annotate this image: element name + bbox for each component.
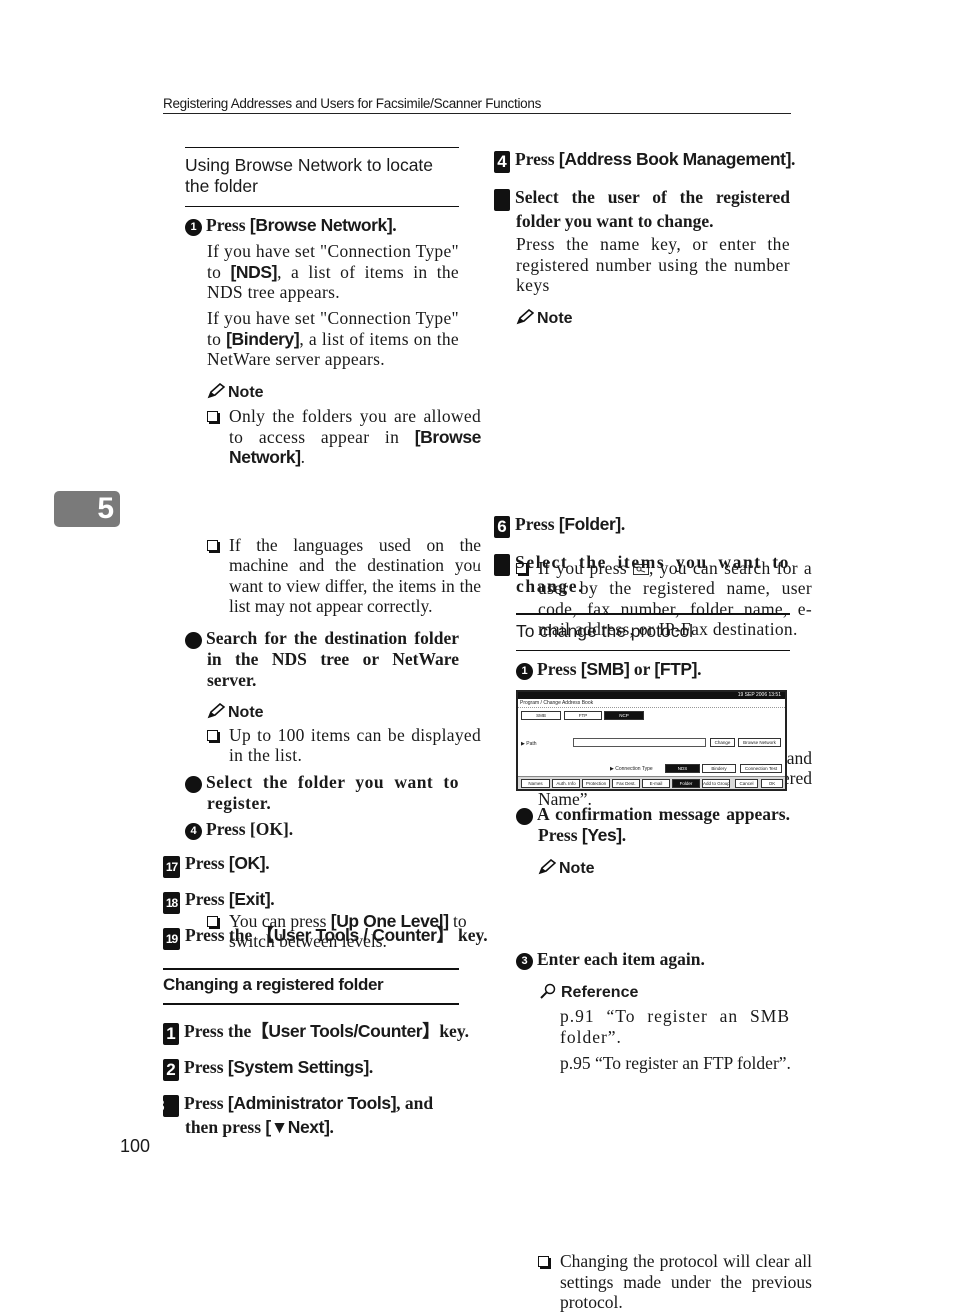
substep-number: 1: [185, 219, 202, 236]
note-item: Up to 100 items can be displayed in the …: [207, 725, 481, 766]
paragraph-nds: If you have set "Connection Type" to [ND…: [207, 241, 459, 302]
note-item: If the languages used on the machine and…: [207, 535, 481, 617]
checkbox-bullet-icon: [207, 539, 218, 551]
step-number-icon: 7: [472, 554, 510, 576]
substep-number: 1: [516, 663, 533, 680]
tab-protection[interactable]: Protection: [582, 779, 610, 788]
section-title-changing-folder: Changing a registered folder: [163, 975, 384, 994]
step-1: 1 Press the【User Tools/Counter】key.: [163, 1021, 469, 1045]
protocol-tab-smb[interactable]: SMB: [521, 711, 561, 720]
substep-2: 2 Search for the destination folder in th…: [163, 628, 459, 690]
connection-type-label: ▶ Connection Type: [610, 766, 653, 772]
step-number-icon: 17: [163, 856, 180, 878]
note-heading: Note: [207, 383, 264, 402]
section-rule-top: [516, 613, 790, 615]
step-19: 19 Press the 【User Tools / Counter】 key.: [163, 925, 488, 950]
step-5: 5 Select the user of the registered folde…: [472, 187, 790, 231]
screen-capture-change-address-book: 19 SEP 2006 13:51 Program / Change Addre…: [516, 690, 787, 791]
checkbox-bullet-icon: [207, 411, 218, 422]
step-3: 3 Press [Administrator Tools], and then p…: [155, 1093, 434, 1137]
step-number-icon: 4: [494, 151, 510, 173]
pencil-icon: [207, 383, 225, 399]
substep-number: 3: [163, 776, 202, 793]
tab-folder[interactable]: Folder: [672, 779, 700, 788]
step-6: 6 Press [Folder].: [494, 514, 625, 538]
tab-auth-info[interactable]: Auth. Info: [552, 779, 580, 788]
note-item: Only the folders you are allowed to acce…: [207, 406, 481, 468]
substep-number: 4: [185, 823, 202, 840]
tab-names[interactable]: Names: [521, 779, 550, 788]
running-head: Registering Addresses and Users for Facs…: [163, 96, 791, 114]
substep-1: 1 Press [Browse Network].: [185, 215, 465, 236]
section-title-change-protocol: To change the protocol: [516, 621, 694, 641]
step-number-icon: 6: [494, 516, 510, 538]
substep-number: 3: [516, 953, 533, 970]
step-number-icon: 1: [163, 1023, 179, 1045]
reference-link-smb[interactable]: p.91 “To register an SMB folder”.: [560, 1006, 790, 1047]
step-7: 7 Select the items you want to change.: [472, 552, 790, 596]
ok-button[interactable]: OK: [761, 779, 783, 788]
step-2: 2 Press [System Settings].: [163, 1057, 373, 1081]
step-4: 4 Press [Address Book Management].: [494, 149, 795, 173]
section-rule-bottom: [516, 650, 790, 651]
note-item: Changing the protocol will clear all set…: [538, 1251, 812, 1313]
path-label: ▶ Path: [521, 741, 537, 747]
protocol-substep-1: 1 Press [SMB] or [FTP].: [516, 659, 702, 680]
paragraph-bindery: If you have set "Connection Type" to [Bi…: [207, 308, 459, 369]
step-17: 17 Press [OK].: [163, 853, 270, 878]
step-number-icon: 5: [472, 189, 510, 211]
substep-3: 3 Select the folder you want to register.: [163, 772, 459, 813]
note-heading: Note: [207, 703, 264, 722]
step-number-icon: 2: [163, 1059, 179, 1081]
section-rule-bottom: [163, 1003, 459, 1005]
step-18: 18 Press [Exit].: [163, 889, 275, 914]
paragraph-name-key: Press the name key, or enter the registe…: [516, 234, 790, 295]
step-number-icon: 19: [163, 928, 180, 950]
protocol-substep-3: 3 Enter each item again.: [516, 949, 705, 970]
chapter-tab: 5: [54, 491, 120, 527]
step-number-icon: 18: [163, 892, 180, 914]
path-field[interactable]: [573, 738, 706, 747]
change-button[interactable]: Change: [710, 738, 735, 747]
protocol-substep-2: 2A confirmation message appears. Press […: [494, 804, 790, 845]
screen-breadcrumb: Program / Change Address Book: [518, 699, 785, 708]
tab-email[interactable]: E-mail: [642, 779, 670, 788]
magnifier-icon: [540, 983, 556, 999]
note-heading: Note: [538, 859, 595, 878]
connection-bindery-button[interactable]: Bindery: [702, 764, 736, 773]
substep-4: 4 Press [OK].: [185, 819, 293, 840]
connection-nds-button[interactable]: NDS: [665, 764, 700, 773]
checkbox-bullet-icon: [538, 1256, 549, 1267]
screen-datetime: 19 SEP 2006 13:51: [518, 692, 785, 699]
note-heading: Note: [516, 309, 573, 328]
reference-link-ftp[interactable]: p.95 “To register an FTP folder”.: [560, 1053, 792, 1074]
protocol-tab-ftp[interactable]: FTP: [564, 711, 602, 720]
section-rule-top: [163, 968, 459, 970]
section-rule-top: [185, 147, 459, 148]
tab-add-to-group[interactable]: Add to Group: [702, 779, 730, 788]
checkbox-bullet-icon: [207, 729, 218, 741]
substep-number: 2: [163, 632, 202, 649]
pencil-icon: [207, 703, 225, 719]
tab-fax-dest[interactable]: Fax Dest.: [612, 779, 640, 788]
protocol-tab-ncp[interactable]: NCP: [604, 711, 644, 720]
step-number-icon: 3: [155, 1095, 179, 1117]
pencil-icon: [538, 859, 556, 875]
reference-heading: Reference: [538, 983, 638, 1002]
page-number: 100: [120, 1136, 151, 1156]
section-rule-bottom: [185, 206, 459, 207]
cancel-button[interactable]: Cancel: [735, 779, 758, 788]
substep-number: 2: [494, 808, 533, 825]
section-title-browse-network: Using Browse Network to locate the folde…: [185, 155, 434, 196]
browse-network-button[interactable]: Browse Network: [738, 738, 781, 747]
connection-test-button[interactable]: Connection Test: [740, 764, 782, 773]
pencil-icon: [516, 309, 534, 325]
